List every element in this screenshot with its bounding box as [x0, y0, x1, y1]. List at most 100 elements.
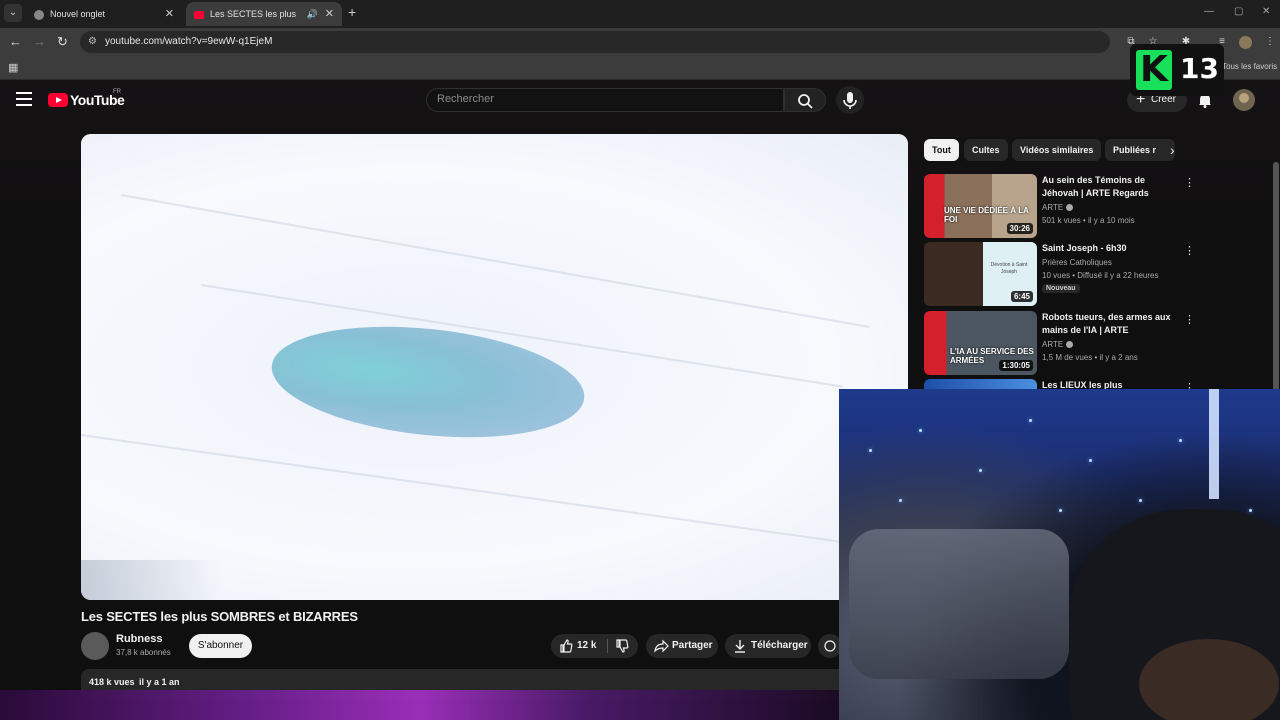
close-tab-icon[interactable]: ✕: [325, 2, 334, 26]
subscriber-count: 37,8 k abonnés: [116, 648, 171, 657]
logo-letter: K: [1136, 50, 1172, 90]
verified-icon: [1066, 204, 1074, 211]
video-player[interactable]: [81, 134, 908, 600]
webcam-couch: [849, 529, 1069, 679]
close-window-icon[interactable]: ✕: [1262, 6, 1270, 17]
fairy-light: [1089, 459, 1092, 462]
dislike-icon[interactable]: [615, 634, 629, 668]
video-thumbnail[interactable]: [924, 379, 1037, 389]
like-dislike-group: 12 k: [551, 634, 638, 658]
reload-icon[interactable]: ↻: [57, 34, 68, 50]
thumbnail-caption: Dévotion à Saint Joseph: [990, 262, 1028, 275]
recommendation-item[interactable]: Les LIEUX les plus ⋮: [924, 379, 1194, 389]
recommendation-stats: 1,5 M de vues • il y a 2 ans: [1042, 353, 1138, 362]
webcam-overlay: [839, 389, 1280, 720]
recommendation-item[interactable]: UNE VIE DÉDIÉE À LA FOI 30:26 Au sein de…: [924, 174, 1195, 238]
download-button[interactable]: Télécharger: [725, 634, 811, 658]
video-title: Les SECTES les plus SOMBRES et BIZARRES: [81, 609, 358, 624]
youtube-favicon-icon: [194, 10, 204, 19]
maximize-icon[interactable]: ▢: [1234, 6, 1243, 17]
related-filter-chips: Tout Cultes Vidéos similaires Publiées r: [924, 139, 1264, 161]
more-actions-icon[interactable]: ⋮: [1184, 176, 1195, 189]
url-text[interactable]: youtube.com/watch?v=9ewW-q1EjeM: [105, 36, 272, 47]
close-tab-icon[interactable]: ✕: [165, 2, 174, 26]
view-count: 418 k vues: [89, 677, 135, 687]
microphone-icon: [843, 92, 857, 109]
bookmarks-bar: ▦ Tous les favoris: [0, 56, 1280, 80]
video-thumbnail[interactable]: L'IA AU SERVICE DES ARMÉES 1:30:05: [924, 311, 1037, 375]
recommendation-title[interactable]: Au sein des Témoins de Jéhovah | ARTE Re…: [1042, 174, 1178, 200]
recommendation-channel: ARTE: [1042, 203, 1074, 212]
tab-label: Nouvel onglet: [50, 9, 106, 19]
chevron-right-icon[interactable]: ›: [1170, 142, 1175, 158]
recommendation-item[interactable]: Dévotion à Saint Joseph 6:45 Saint Josep…: [924, 242, 1195, 306]
share-button[interactable]: Partager: [646, 634, 718, 658]
forward-icon[interactable]: →: [33, 34, 46, 49]
video-thumbnail[interactable]: UNE VIE DÉDIÉE À LA FOI 30:26: [924, 174, 1037, 238]
url-bar[interactable]: ⚙ youtube.com/watch?v=9ewW-q1EjeM: [80, 31, 1110, 53]
video-duration: 6:45: [1010, 291, 1033, 302]
fairy-light: [1249, 509, 1252, 512]
chrome-icon: [34, 9, 44, 20]
search-button[interactable]: [784, 88, 826, 112]
new-badge: Nouveau: [1042, 284, 1080, 293]
recommendation-title[interactable]: Saint Joseph - 6h30: [1042, 242, 1178, 255]
background-purple-band: [0, 690, 840, 720]
verified-icon: [1066, 341, 1074, 348]
publish-date: il y a 1 an: [139, 677, 180, 687]
webcam-person-face: [1139, 639, 1279, 720]
channel-name: ARTE: [1042, 340, 1064, 349]
channel-avatar[interactable]: [81, 632, 109, 660]
voice-search-button[interactable]: [836, 86, 864, 114]
thanks-icon: [824, 634, 836, 668]
speaker-icon[interactable]: 🔊: [307, 2, 318, 26]
recommendation-stats: 501 k vues • il y a 10 mois: [1042, 216, 1135, 225]
chip-cults[interactable]: Cultes: [964, 139, 1008, 161]
search-icon: [798, 94, 813, 109]
recommendation-title[interactable]: Les LIEUX les plus: [1042, 379, 1178, 389]
minimize-icon[interactable]: —: [1204, 6, 1214, 17]
chip-all[interactable]: Tout: [924, 139, 959, 161]
site-info-icon[interactable]: ⚙: [88, 36, 97, 47]
hamburger-menu-icon[interactable]: [16, 92, 32, 106]
more-actions-icon[interactable]: ⋮: [1184, 313, 1195, 326]
chip-similar[interactable]: Vidéos similaires: [1012, 139, 1102, 161]
subscribe-button[interactable]: S'abonner: [189, 634, 252, 658]
recommendation-item[interactable]: L'IA AU SERVICE DES ARMÉES 1:30:05 Robot…: [924, 311, 1195, 375]
fairy-light: [899, 499, 902, 502]
browser-menu-icon[interactable]: ⋮: [1264, 36, 1276, 48]
video-thumbnail[interactable]: Dévotion à Saint Joseph 6:45: [924, 242, 1037, 306]
region-code: FR: [113, 89, 121, 95]
tab-new-tab[interactable]: Nouvel onglet ✕: [26, 2, 182, 26]
search-input[interactable]: [437, 93, 757, 105]
browser-profile-avatar[interactable]: [1239, 36, 1252, 49]
share-icon: [653, 634, 669, 668]
share-label: Partager: [672, 640, 713, 651]
fairy-light: [1029, 419, 1032, 422]
address-toolbar: ← → ↻ ⚙ youtube.com/watch?v=9ewW-q1EjeM …: [0, 28, 1280, 56]
browser-tab-bar: ⌄ Nouvel onglet ✕ Les SECTES les plus SO…: [0, 0, 1280, 43]
stream-logo-overlay: K 13: [1130, 44, 1224, 96]
back-icon[interactable]: ←: [9, 34, 22, 49]
all-bookmarks-link[interactable]: Tous les favoris: [1222, 62, 1277, 71]
fairy-light: [919, 429, 922, 432]
apps-grid-icon[interactable]: ▦: [8, 61, 18, 74]
new-tab-button[interactable]: +: [348, 4, 356, 20]
video-duration: 1:30:05: [999, 360, 1033, 371]
tab-search-button[interactable]: ⌄: [4, 4, 22, 22]
account-avatar[interactable]: [1233, 89, 1255, 111]
like-icon[interactable]: [559, 634, 573, 668]
recommendation-channel: ARTE: [1042, 340, 1074, 349]
chip-published[interactable]: Publiées r: [1105, 139, 1175, 161]
more-actions-icon[interactable]: ⋮: [1184, 244, 1195, 257]
tab-youtube-video[interactable]: Les SECTES les plus SOMBRES 🔊 ✕: [186, 2, 342, 43]
video-corner-shadow: [81, 560, 221, 600]
search-box: [426, 88, 784, 112]
fairy-light: [1139, 499, 1142, 502]
more-actions-icon[interactable]: ⋮: [1184, 381, 1194, 389]
like-count[interactable]: 12 k: [577, 634, 596, 658]
logo-number: 13: [1180, 52, 1219, 85]
recommendation-stats: 10 vues • Diffusé il y a 22 heures: [1042, 271, 1159, 280]
recommendation-title[interactable]: Robots tueurs, des armes aux mains de l'…: [1042, 311, 1178, 337]
channel-name[interactable]: Rubness: [116, 633, 162, 645]
